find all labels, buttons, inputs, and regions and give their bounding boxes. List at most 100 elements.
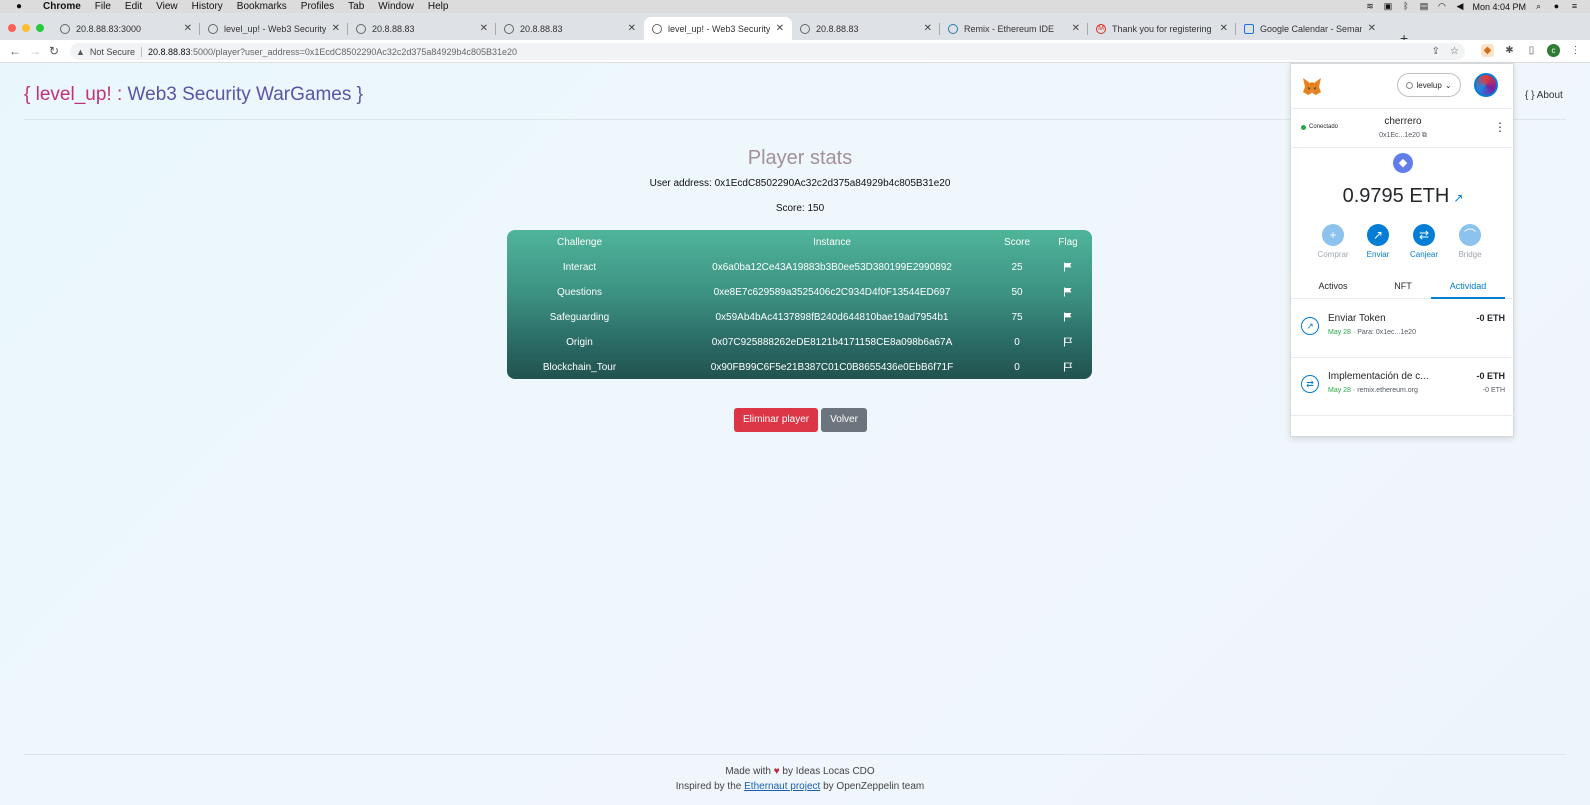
copy-icon[interactable]: ⧉ xyxy=(1422,132,1427,139)
profile-avatar[interactable]: c xyxy=(1547,44,1560,57)
browser-tab[interactable]: Remix - Ethereum IDE ✕ xyxy=(940,17,1088,40)
back-button[interactable]: Volver xyxy=(821,408,867,432)
swap-button[interactable]: ⇄ Canjear xyxy=(1404,224,1444,259)
portfolio-chart-icon[interactable]: ↗ xyxy=(1453,191,1463,205)
activity-date: May 28 xyxy=(1328,329,1351,336)
metamask-fox-icon xyxy=(1303,78,1321,95)
close-window-button[interactable] xyxy=(8,24,16,32)
close-tab-icon[interactable]: ✕ xyxy=(924,23,932,34)
lock-icon[interactable]: ▣ xyxy=(1382,2,1393,11)
menu-history[interactable]: History xyxy=(192,1,223,12)
browser-tab-active[interactable]: level_up! - Web3 Security War ✕ xyxy=(644,17,792,40)
warning-icon[interactable]: ▲ xyxy=(76,47,85,57)
close-tab-icon[interactable]: ✕ xyxy=(1368,23,1376,34)
tab-title: Google Calendar - Semana del xyxy=(1260,23,1362,34)
menu-file[interactable]: File xyxy=(95,1,111,12)
account-name[interactable]: cherrero xyxy=(1291,116,1515,127)
site-icon xyxy=(208,23,218,34)
buy-button[interactable]: + Comprar xyxy=(1313,224,1353,259)
action-buttons: Eliminar player Volver xyxy=(734,408,867,432)
col-header-flag: Flag xyxy=(1058,237,1078,248)
instance-address: 0x59Ab4bAc4137898fB240d644810bae19ad7954… xyxy=(715,312,949,323)
activity-item[interactable]: ↗ Enviar Token May 28 · Para: 0x1ec...1e… xyxy=(1291,300,1515,358)
browser-tab[interactable]: Google Calendar - Semana del ✕ xyxy=(1236,17,1384,40)
activity-item[interactable]: ⇄ Implementación de c... May 28 · remix.… xyxy=(1291,358,1515,416)
chrome-menu-icon[interactable]: ⋮ xyxy=(1569,44,1582,57)
tab-assets[interactable]: Activos xyxy=(1301,274,1365,299)
control-center-icon[interactable]: ≡ xyxy=(1569,2,1580,11)
docker-icon[interactable]: ≋ xyxy=(1364,2,1375,11)
volume-icon[interactable]: ◀ xyxy=(1454,2,1465,11)
menu-help[interactable]: Help xyxy=(428,1,449,12)
menu-view[interactable]: View xyxy=(156,1,178,12)
extensions-puzzle-icon[interactable]: ✱ xyxy=(1503,44,1516,57)
flag-icon[interactable]: ▤ xyxy=(1418,2,1429,11)
activity-fiat-amount: -0 ETH xyxy=(1482,387,1505,394)
account-options-icon[interactable]: ⋮ xyxy=(1494,121,1506,133)
forward-icon[interactable]: → xyxy=(29,44,41,58)
security-label[interactable]: Not Secure xyxy=(90,47,135,57)
close-tab-icon[interactable]: ✕ xyxy=(1072,23,1080,34)
menu-bookmarks[interactable]: Bookmarks xyxy=(237,1,287,12)
close-tab-icon[interactable]: ✕ xyxy=(332,23,340,34)
site-brand[interactable]: { level_up! : Web3 Security WarGames } xyxy=(24,84,363,106)
gmail-icon: M xyxy=(1096,23,1106,34)
globe-icon xyxy=(356,23,366,34)
apple-icon[interactable]: ● xyxy=(12,1,26,12)
challenges-table: Challenge Instance Score Flag Interact 0… xyxy=(507,230,1092,379)
table-row: Safeguarding 0x59Ab4bAc4137898fB240d6448… xyxy=(507,305,1092,330)
ethereum-icon: ◆ xyxy=(1393,153,1413,173)
reload-icon[interactable]: ↻ xyxy=(49,44,59,58)
tab-nft[interactable]: NFT xyxy=(1371,274,1435,299)
bluetooth-icon[interactable]: ᛒ xyxy=(1400,2,1411,11)
bridge-button[interactable]: ⌒ Bridge xyxy=(1450,224,1490,259)
browser-tab[interactable]: M Thank you for registering at #0 ✕ xyxy=(1088,17,1236,40)
minimize-window-button[interactable] xyxy=(22,24,30,32)
flag-filled-icon xyxy=(1048,255,1088,280)
close-tab-icon[interactable]: ✕ xyxy=(480,23,488,34)
bookmark-star-icon[interactable]: ☆ xyxy=(1450,46,1459,57)
menu-profiles[interactable]: Profiles xyxy=(301,1,334,12)
tab-activity[interactable]: Actividad xyxy=(1431,274,1505,299)
about-link[interactable]: { } About xyxy=(1525,90,1563,101)
spotlight-search-icon[interactable]: ⌕ xyxy=(1533,2,1544,11)
close-tab-icon[interactable]: ✕ xyxy=(184,23,192,34)
close-tab-icon[interactable]: ✕ xyxy=(776,23,784,34)
browser-tab[interactable]: 20.8.88.83 ✕ xyxy=(792,17,940,40)
zoom-window-button[interactable] xyxy=(36,24,44,32)
network-dot-icon xyxy=(1406,81,1414,89)
account-avatar[interactable] xyxy=(1474,73,1498,97)
side-panel-icon[interactable]: ▯ xyxy=(1525,44,1538,57)
table-row: Blockchain_Tour 0x90FB99C6F5e21B387C01C0… xyxy=(507,355,1092,380)
ethernaut-link[interactable]: Ethernaut project xyxy=(744,781,820,792)
browser-tab[interactable]: 20.8.88.83 ✕ xyxy=(348,17,496,40)
browser-toolbar: ← → ↻ ▲ Not Secure 20.8.88.83:5000/playe… xyxy=(0,40,1590,63)
account-address[interactable]: 0x1Ec...1e20 ⧉ xyxy=(1291,132,1515,140)
menu-window[interactable]: Window xyxy=(378,1,414,12)
calendar-icon xyxy=(1244,23,1254,34)
user-icon[interactable]: ● xyxy=(1551,2,1562,11)
close-tab-icon[interactable]: ✕ xyxy=(628,23,636,34)
delete-player-button[interactable]: Eliminar player xyxy=(734,408,819,432)
close-tab-icon[interactable]: ✕ xyxy=(1220,23,1228,34)
about-label: About xyxy=(1536,90,1563,101)
browser-tab[interactable]: 20.8.88.83 ✕ xyxy=(496,17,644,40)
share-icon[interactable]: ⇪ xyxy=(1432,46,1440,57)
menu-tab[interactable]: Tab xyxy=(348,1,364,12)
metamask-extension-icon[interactable]: ◆ xyxy=(1481,44,1494,57)
action-label: Bridge xyxy=(1458,250,1482,259)
instance-address: 0x6a0ba12Ce43A19883b3B0ee53D380199E29908… xyxy=(712,262,952,273)
wifi-icon[interactable]: ◠ xyxy=(1436,2,1447,11)
back-icon[interactable]: ← xyxy=(9,44,21,58)
browser-tab[interactable]: level_up! - Web3 Security War ✕ xyxy=(200,17,348,40)
browser-tab[interactable]: 20.8.88.83:3000 ✕ xyxy=(52,17,200,40)
extension-toolbar: ◆ ✱ ▯ c ⋮ xyxy=(1481,44,1582,57)
menubar-clock[interactable]: Mon 4:04 PM xyxy=(1472,2,1526,12)
challenge-name: Blockchain_Tour xyxy=(542,362,617,373)
send-button[interactable]: ↗ Enviar xyxy=(1358,224,1398,259)
network-selector[interactable]: levelup ⌄ xyxy=(1397,73,1461,97)
globe-icon xyxy=(60,23,70,34)
menu-edit[interactable]: Edit xyxy=(125,1,142,12)
address-bar[interactable]: ▲ Not Secure 20.8.88.83:5000/player?user… xyxy=(70,43,1465,60)
menu-app-name[interactable]: Chrome xyxy=(43,1,81,12)
